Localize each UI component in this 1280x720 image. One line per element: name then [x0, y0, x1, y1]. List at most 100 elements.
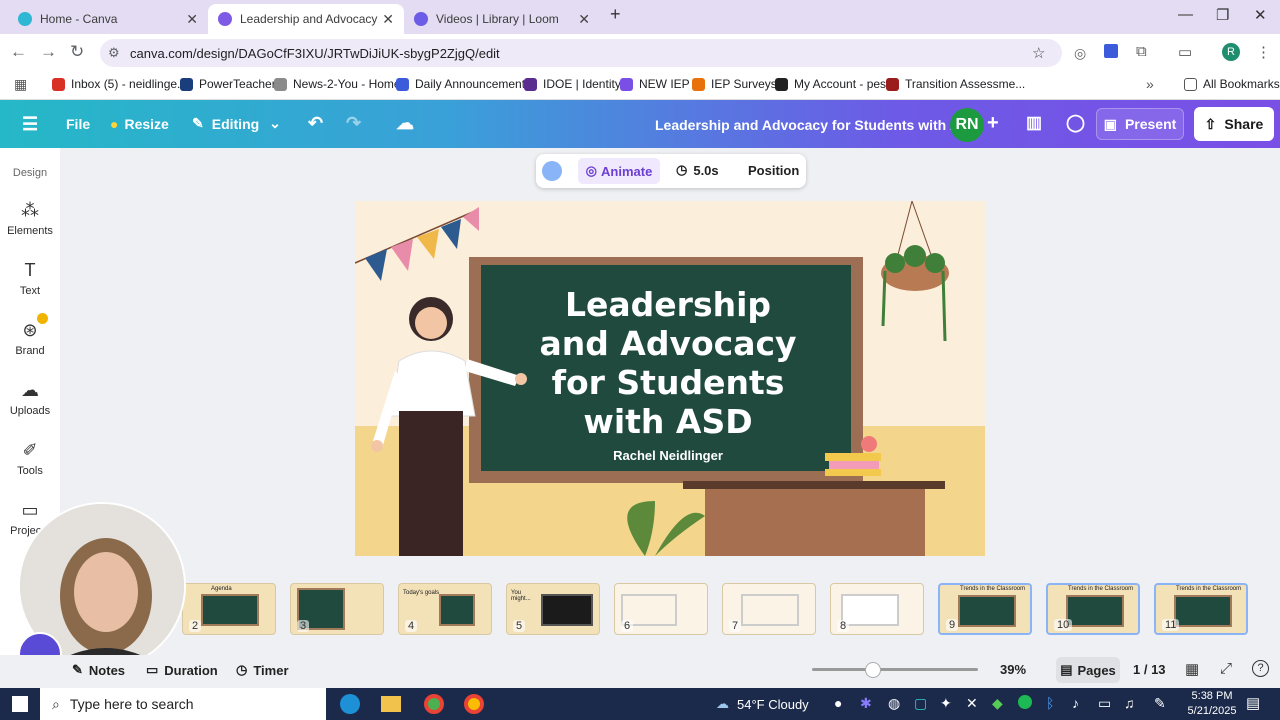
document-title[interactable]: Leadership and Advocacy for Students wit… — [655, 117, 979, 133]
close-window-icon[interactable]: ✕ — [1254, 6, 1267, 24]
microphone-icon[interactable]: ♪ — [1072, 695, 1079, 711]
edge-icon[interactable] — [340, 694, 360, 714]
sidebar-item-text[interactable]: T Text — [0, 260, 60, 297]
sidebar-item-elements[interactable]: ⁂ Elements — [0, 200, 60, 237]
timer-button[interactable]: ◷ Timer — [236, 662, 289, 678]
grid-view-icon[interactable]: ▦ — [1185, 660, 1199, 678]
battery-icon[interactable]: ▭ — [1098, 695, 1111, 712]
editing-mode-dropdown[interactable]: ✎ Editing ⌄ — [192, 115, 281, 132]
spotify-icon[interactable] — [1018, 695, 1032, 709]
back-icon[interactable]: ← — [10, 42, 27, 62]
tray-icon[interactable]: ◍ — [888, 695, 900, 712]
bluetooth-icon[interactable]: ᛒ — [1046, 695, 1054, 711]
site-info-icon[interactable]: ⚙ — [108, 45, 120, 61]
resize-button[interactable]: ● Resize — [110, 116, 169, 132]
help-icon[interactable]: ? — [1252, 660, 1269, 677]
tray-icon[interactable]: ✦ — [940, 695, 952, 712]
page-thumbnail[interactable]: 3 — [290, 583, 384, 635]
page-thumbnail[interactable]: 6 — [614, 583, 708, 635]
bookmark-star-icon[interactable]: ☆ — [1032, 44, 1045, 62]
slide-author[interactable]: Rachel Neidlinger — [525, 448, 811, 463]
notes-button[interactable]: ✎ Notes — [72, 662, 125, 678]
notifications-icon[interactable]: ▤ — [1246, 694, 1260, 712]
sidebar-item-brand[interactable]: ⊛ Brand — [0, 320, 60, 357]
bookmark-idoe[interactable]: IDOE | Identity — [524, 77, 621, 91]
tab-leadership[interactable]: Leadership and Advocacy for St ✕ — [208, 4, 404, 34]
tab-home-canva[interactable]: Home - Canva ✕ — [8, 4, 208, 34]
extensions-puzzle-icon[interactable]: ⧉ — [1136, 43, 1147, 60]
sidebar-item-tools[interactable]: ✐ Tools — [0, 440, 60, 477]
fullscreen-icon[interactable]: ⤢ — [1220, 660, 1232, 677]
menu-kebab-icon[interactable]: ⋮ — [1256, 43, 1271, 61]
share-button[interactable]: ⇧ Share — [1194, 107, 1274, 141]
page-thumbnail[interactable]: You might... 5 — [506, 583, 600, 635]
undo-icon[interactable]: ↶ — [308, 113, 323, 134]
apps-grid-icon[interactable]: ▦ — [14, 76, 27, 93]
new-tab-icon[interactable]: + — [610, 4, 621, 25]
tab-loom[interactable]: Videos | Library | Loom ✕ — [404, 4, 600, 34]
slide-title[interactable]: Leadership and Advocacy for Students wit… — [525, 285, 811, 441]
position-button[interactable]: Position — [748, 163, 799, 178]
bookmark-inbox[interactable]: Inbox (5) - neidlinge... — [52, 77, 187, 91]
pages-button[interactable]: ▤ Pages — [1056, 657, 1120, 683]
tray-icon[interactable]: ◆ — [992, 695, 1003, 712]
close-tab-icon[interactable]: ✕ — [578, 11, 590, 28]
taskbar-search[interactable]: ⌕ Type here to search — [40, 688, 326, 720]
page-thumbnail[interactable]: Trends in the Classroom 10 — [1046, 583, 1140, 635]
zoom-slider-handle[interactable] — [865, 662, 881, 678]
clock-date[interactable]: 5/21/2025 — [1184, 705, 1240, 717]
insights-chart-icon[interactable]: ▥ — [1026, 113, 1042, 133]
maximize-icon[interactable]: ❐ — [1216, 6, 1229, 24]
file-menu[interactable]: File — [66, 116, 90, 132]
url-text[interactable]: canva.com/design/DAGoCfF3IXU/JRTwDiJiUK-… — [130, 46, 500, 61]
file-explorer-icon[interactable] — [381, 696, 401, 712]
bookmark-news2you[interactable]: News-2-You - Home — [274, 77, 401, 91]
pen-icon[interactable]: ✎ — [1154, 695, 1166, 712]
page-thumbnail[interactable]: 7 — [722, 583, 816, 635]
volume-icon[interactable]: ♫ — [1124, 695, 1135, 711]
add-collaborator-icon[interactable]: + — [987, 112, 999, 135]
profile-avatar[interactable]: R — [1222, 43, 1240, 61]
tray-icon[interactable]: ● — [834, 695, 842, 711]
close-tab-icon[interactable]: ✕ — [382, 11, 394, 28]
forward-icon[interactable]: → — [40, 42, 57, 62]
slide-canvas[interactable]: Leadership and Advocacy for Students wit… — [355, 201, 985, 556]
page-thumbnail[interactable]: Trends in the Classroom 11 — [1154, 583, 1248, 635]
comment-icon[interactable]: ◯ — [1066, 113, 1085, 133]
sidebar-design[interactable]: Design — [0, 167, 60, 179]
duration-button[interactable]: ◷ 5.0s — [676, 162, 719, 178]
bookmark-powerteacher[interactable]: PowerTeacher — [180, 77, 276, 91]
all-bookmarks[interactable]: All Bookmarks — [1184, 77, 1280, 91]
bookmark-daily-announcements[interactable]: Daily Announcements — [396, 77, 531, 91]
cloud-saved-icon[interactable]: ☁ — [396, 113, 414, 134]
page-thumbnail[interactable]: 8 — [830, 583, 924, 635]
present-button[interactable]: ▣ Present — [1096, 108, 1184, 140]
weather-widget[interactable]: ☁ 54°F Cloudy — [716, 696, 809, 712]
bookmark-new-iep[interactable]: NEW IEP — [620, 77, 690, 91]
extension-icon[interactable]: ◎ — [1074, 45, 1086, 62]
menu-hamburger-icon[interactable]: ☰ — [22, 114, 38, 135]
clock-time[interactable]: 5:38 PM — [1186, 690, 1238, 702]
close-tab-icon[interactable]: ✕ — [186, 11, 198, 28]
tray-icon[interactable]: ▢ — [914, 695, 927, 712]
page-thumbnail[interactable]: Today's goals 4 — [398, 583, 492, 635]
extension-icon[interactable] — [1104, 44, 1118, 58]
color-swatch[interactable] — [542, 161, 562, 181]
reload-icon[interactable]: ↻ — [70, 42, 84, 62]
user-avatar[interactable]: RN — [950, 108, 984, 142]
animate-button[interactable]: ◎ Animate — [578, 158, 660, 184]
minimize-icon[interactable]: — — [1178, 6, 1193, 23]
sidebar-item-uploads[interactable]: ☁ Uploads — [0, 380, 60, 417]
redo-icon[interactable]: ↷ — [346, 113, 361, 134]
duration-toggle[interactable]: ▭ Duration — [146, 662, 218, 678]
page-thumbnail[interactable]: Agenda 2 — [182, 583, 276, 635]
chrome-icon[interactable] — [424, 694, 444, 714]
bookmark-pesi[interactable]: My Account - pesi — [775, 77, 889, 91]
windows-start-icon[interactable] — [12, 696, 28, 712]
tab-search-icon[interactable]: ▭ — [1178, 43, 1192, 61]
bookmark-transition[interactable]: Transition Assessme... — [886, 77, 1025, 91]
bookmark-iep-surveys[interactable]: IEP Surveys — [692, 77, 777, 91]
page-thumbnail[interactable]: Trends in the Classroom 9 — [938, 583, 1032, 635]
chrome-icon[interactable] — [464, 694, 484, 714]
tray-icon[interactable]: ✱ — [860, 695, 872, 712]
